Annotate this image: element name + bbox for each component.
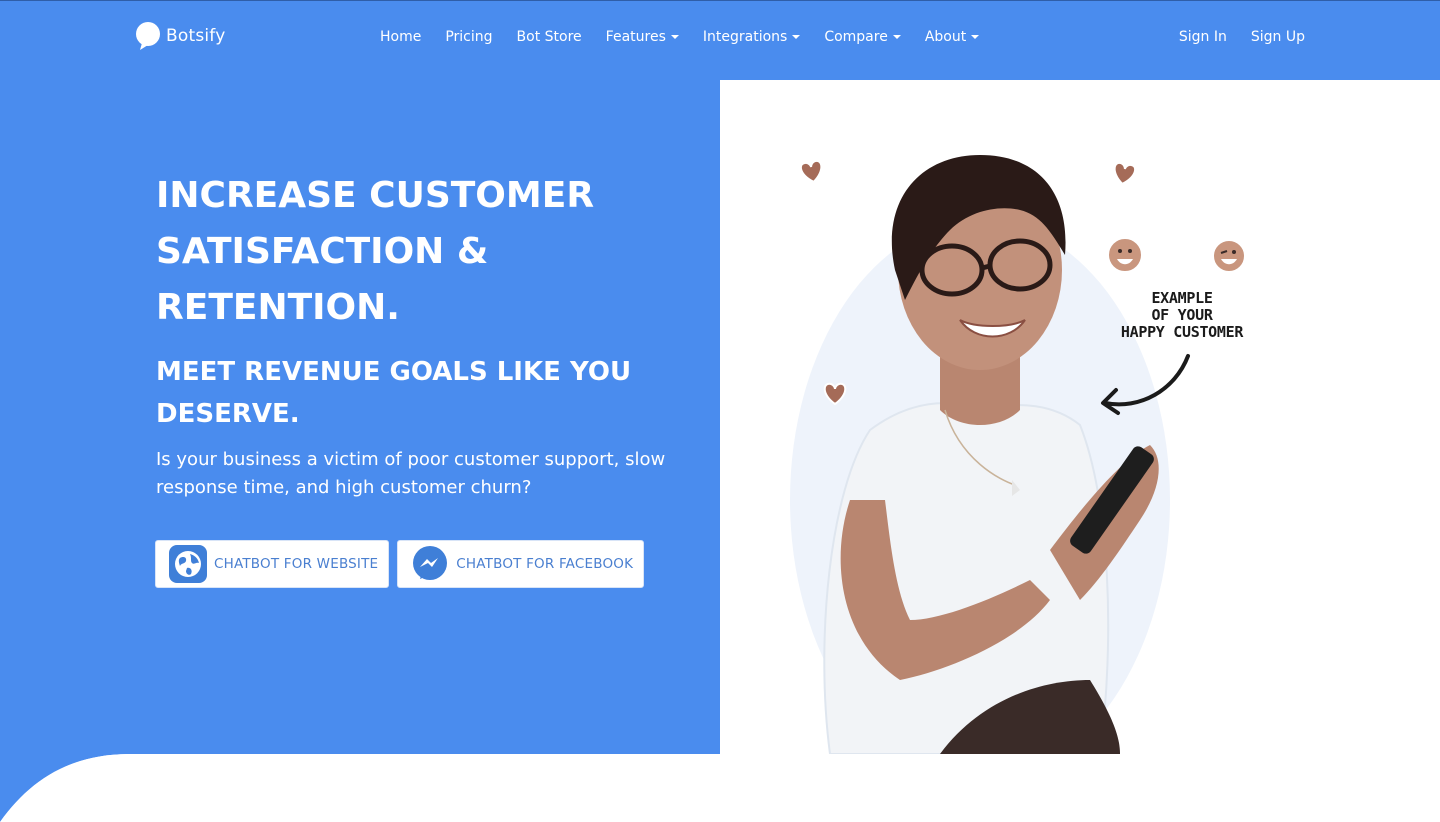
hero-bottom-curve [0, 740, 720, 822]
messenger-icon [410, 544, 450, 584]
cta-facebook-label: CHATBOT FOR FACEBOOK [456, 556, 634, 572]
note-line: EXAMPLE [1151, 289, 1213, 307]
happy-customer-note: EXAMPLE OF YOUR HAPPY CUSTOMER [1097, 290, 1267, 341]
nav-item-bot-store[interactable]: Bot Store [505, 26, 594, 48]
top-navbar: Botsify Home Pricing Bot Store Features … [0, 0, 1440, 80]
nav-item-pricing[interactable]: Pricing [433, 26, 504, 48]
smiley-icon [1212, 239, 1246, 273]
brand-name: Botsify [166, 26, 226, 46]
hero-description: Is your business a victim of poor custom… [156, 449, 666, 498]
nav-item-label: About [924, 29, 967, 45]
sign-up-link[interactable]: Sign Up [1239, 26, 1317, 48]
landing-page: Botsify Home Pricing Bot Store Features … [0, 0, 1440, 822]
note-line: OF YOUR [1151, 306, 1213, 324]
chatbot-for-website-button[interactable]: CHATBOT FOR WEBSITE [155, 540, 390, 588]
main-nav: Home Pricing Bot Store Features Integrat… [368, 26, 991, 48]
speech-bubble-logo-icon [136, 22, 160, 50]
note-line: HAPPY CUSTOMER [1120, 323, 1244, 341]
nav-item-home[interactable]: Home [368, 26, 433, 48]
hero-illustration-panel: EXAMPLE OF YOUR HAPPY CUSTOMER [720, 80, 1440, 754]
nav-item-integrations[interactable]: Integrations [691, 26, 812, 48]
nav-item-about[interactable]: About [913, 26, 991, 48]
nav-item-features[interactable]: Features [594, 26, 691, 48]
hero-headline: INCREASE CUSTOMER SATISFACTION & RETENTI… [156, 175, 595, 328]
happy-customer-illustration [790, 155, 1246, 754]
heart-icon [799, 159, 823, 184]
nav-item-label: Compare [824, 29, 888, 45]
sign-in-link[interactable]: Sign In [1167, 26, 1239, 48]
nav-item-compare[interactable]: Compare [812, 26, 913, 48]
caret-down-icon [892, 35, 901, 39]
nav-item-label: Features [605, 29, 666, 45]
nav-item-label: Home [380, 29, 422, 45]
caret-down-icon [792, 35, 801, 39]
nav-item-label: Pricing [445, 29, 493, 45]
smiley-icon [1107, 237, 1143, 273]
chatbot-for-facebook-button[interactable]: CHATBOT FOR FACEBOOK [397, 540, 645, 588]
globe-icon [168, 544, 208, 584]
caret-down-icon [670, 35, 679, 39]
auth-links: Sign In Sign Up [1167, 26, 1317, 48]
nav-item-label: Bot Store [516, 29, 582, 45]
nav-item-label: Integrations [702, 29, 788, 45]
caret-down-icon [971, 35, 980, 39]
brand-logo-link[interactable]: Botsify [134, 21, 225, 51]
cta-website-label: CHATBOT FOR WEBSITE [214, 556, 379, 572]
hero-subheadline: MEET REVENUE GOALS LIKE YOU DESERVE. [156, 357, 632, 429]
cta-buttons: CHATBOT FOR WEBSITE CHATBOT FOR FACEBOOK [155, 540, 645, 588]
heart-icon [1113, 161, 1137, 186]
